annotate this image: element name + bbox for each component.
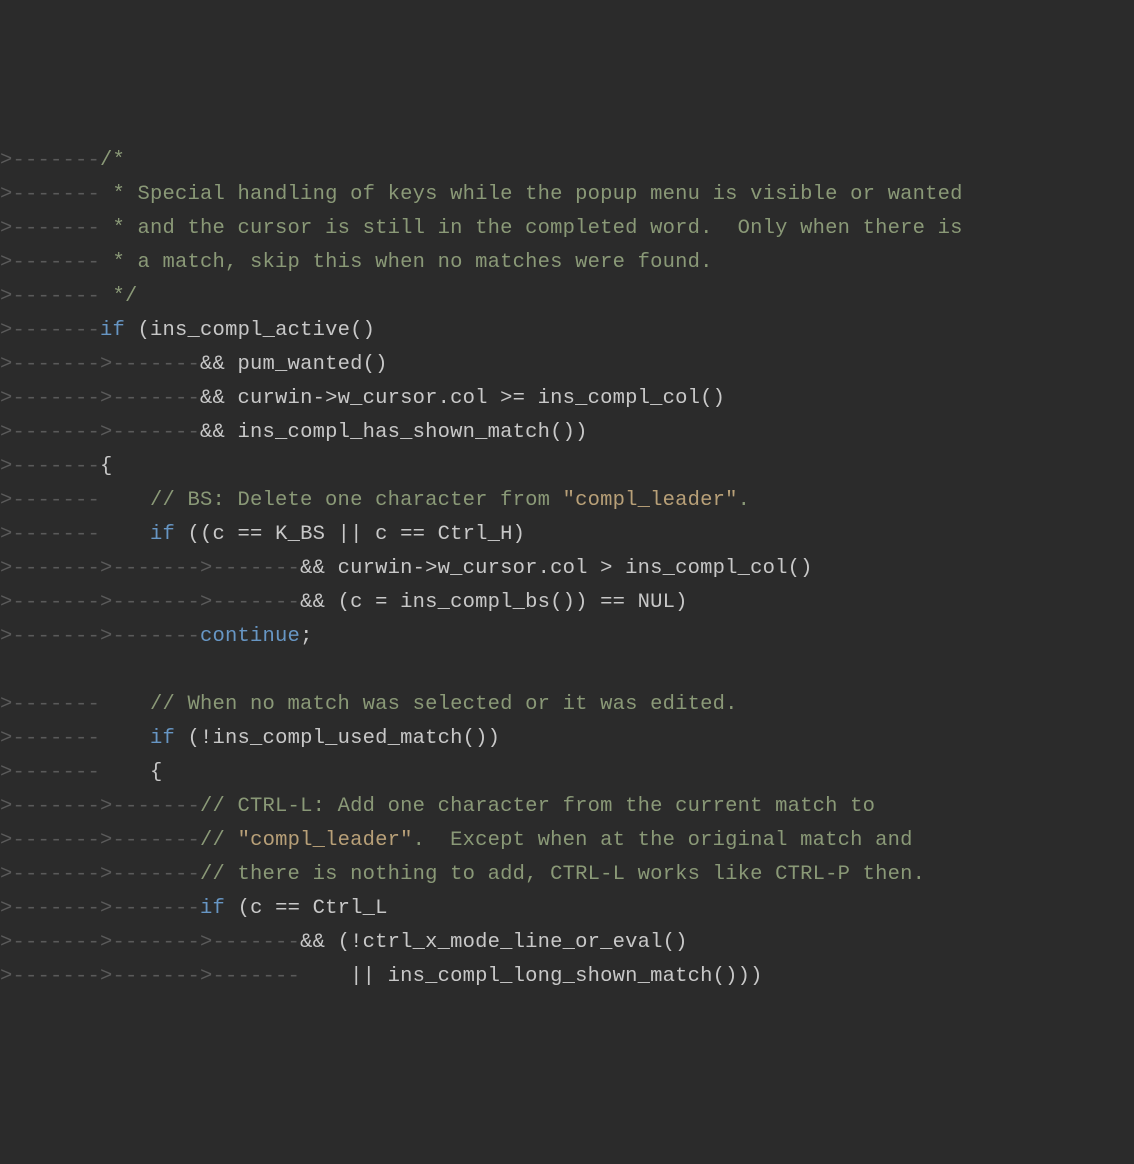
whitespace-indicator: >------->------- xyxy=(0,795,200,818)
code-token-comment: * a match, skip this when no matches wer… xyxy=(113,251,713,274)
code-line[interactable]: >------->-------// there is nothing to a… xyxy=(0,858,1134,892)
code-token-comment: * and the cursor is still in the complet… xyxy=(113,217,963,240)
whitespace-indicator: >------- xyxy=(0,693,150,716)
whitespace-indicator: >------- xyxy=(0,455,100,478)
code-token-comment: // xyxy=(200,829,238,852)
code-line[interactable]: >------- if ((c == K_BS || c == Ctrl_H) xyxy=(0,518,1134,552)
code-editor-viewport[interactable]: >-------/*>------- * Special handling of… xyxy=(0,144,1134,994)
whitespace-indicator: >------- xyxy=(0,727,150,750)
code-line[interactable]: >------- */ xyxy=(0,280,1134,314)
code-token-ident: && curwin->w_cursor.col >= ins_compl_col… xyxy=(200,387,725,410)
code-token-keyword: if xyxy=(150,523,175,546)
code-line[interactable]: >-------if (ins_compl_active() xyxy=(0,314,1134,348)
code-line[interactable]: >------->------->-------&& (!ctrl_x_mode… xyxy=(0,926,1134,960)
code-token-comment: // CTRL-L: Add one character from the cu… xyxy=(200,795,875,818)
code-line[interactable]: >------->-------&& curwin->w_cursor.col … xyxy=(0,382,1134,416)
code-token-comment: // there is nothing to add, CTRL-L works… xyxy=(200,863,925,886)
code-token-ident: ((c == K_BS || c == Ctrl_H) xyxy=(175,523,525,546)
code-token-comment: // When no match was selected or it was … xyxy=(150,693,738,716)
code-token-ident: && pum_wanted() xyxy=(200,353,388,376)
code-line[interactable] xyxy=(0,654,1134,688)
whitespace-indicator: >------- xyxy=(0,217,113,240)
whitespace-indicator: >------->------- xyxy=(0,387,200,410)
code-line[interactable]: >-------{ xyxy=(0,450,1134,484)
code-token-keyword: if xyxy=(200,897,225,920)
code-line[interactable]: >------- * and the cursor is still in th… xyxy=(0,212,1134,246)
code-token-string-lit: "compl_leader" xyxy=(238,829,413,852)
code-token-ident: && (!ctrl_x_mode_line_or_eval() xyxy=(300,931,688,954)
whitespace-indicator: >------->------->------- xyxy=(0,591,300,614)
code-token-ident: && ins_compl_has_shown_match()) xyxy=(200,421,588,444)
code-line[interactable]: >------- // When no match was selected o… xyxy=(0,688,1134,722)
code-token-comment: . Except when at the original match and xyxy=(413,829,913,852)
code-line[interactable]: >------- // BS: Delete one character fro… xyxy=(0,484,1134,518)
code-token-comment: . xyxy=(738,489,751,512)
whitespace-indicator: >------- xyxy=(0,523,150,546)
code-token-ident: && (c = ins_compl_bs()) == NUL) xyxy=(300,591,688,614)
whitespace-indicator: >------- xyxy=(0,285,113,308)
whitespace-indicator: >------->------- xyxy=(0,421,200,444)
whitespace-indicator: >------->------->------- xyxy=(0,557,300,580)
whitespace-indicator: >------- xyxy=(0,149,100,172)
code-token-keyword: if xyxy=(100,319,125,342)
code-token-comment: */ xyxy=(113,285,138,308)
code-token-ident: { xyxy=(100,455,113,478)
code-token-ident: (!ins_compl_used_match()) xyxy=(175,727,500,750)
code-token-comment: /* xyxy=(100,149,125,172)
code-token-ident: || ins_compl_long_shown_match())) xyxy=(350,965,763,988)
code-line[interactable]: >------->-------&& ins_compl_has_shown_m… xyxy=(0,416,1134,450)
whitespace-indicator: >------->------- xyxy=(0,353,200,376)
code-line[interactable]: >------->------->-------&& (c = ins_comp… xyxy=(0,586,1134,620)
whitespace-indicator: >------->------- xyxy=(0,829,200,852)
whitespace-indicator: >------->------- xyxy=(0,863,200,886)
code-line[interactable]: >------->------->------- || ins_compl_lo… xyxy=(0,960,1134,994)
code-token-comment: * Special handling of keys while the pop… xyxy=(113,183,963,206)
whitespace-indicator: >------->------->------- xyxy=(0,965,350,988)
whitespace-indicator: >------- xyxy=(0,489,150,512)
whitespace-indicator: >------- xyxy=(0,319,100,342)
whitespace-indicator: >------- xyxy=(0,183,113,206)
code-line[interactable]: >------- * Special handling of keys whil… xyxy=(0,178,1134,212)
whitespace-indicator: >------->------- xyxy=(0,625,200,648)
code-line[interactable]: >------->-------if (c == Ctrl_L xyxy=(0,892,1134,926)
whitespace-indicator: >------- xyxy=(0,761,150,784)
whitespace-indicator: >------->------- xyxy=(0,897,200,920)
code-line[interactable]: >------- * a match, skip this when no ma… xyxy=(0,246,1134,280)
code-token-ident: (ins_compl_active() xyxy=(125,319,375,342)
code-line[interactable]: >------->-------continue; xyxy=(0,620,1134,654)
code-line[interactable]: >------->-------// "compl_leader". Excep… xyxy=(0,824,1134,858)
code-line[interactable]: >------->-------// CTRL-L: Add one chara… xyxy=(0,790,1134,824)
code-token-ident: && curwin->w_cursor.col > ins_compl_col(… xyxy=(300,557,813,580)
code-token-keyword: if xyxy=(150,727,175,750)
code-line[interactable]: >------- if (!ins_compl_used_match()) xyxy=(0,722,1134,756)
whitespace-indicator: >------->------->------- xyxy=(0,931,300,954)
code-token-keyword: continue xyxy=(200,625,300,648)
code-token-semi: ; xyxy=(300,625,313,648)
code-line[interactable]: >------->------->-------&& curwin->w_cur… xyxy=(0,552,1134,586)
code-line[interactable]: >------->-------&& pum_wanted() xyxy=(0,348,1134,382)
code-line[interactable]: >-------/* xyxy=(0,144,1134,178)
code-token-comment: // BS: Delete one character from xyxy=(150,489,563,512)
code-line[interactable]: >------- { xyxy=(0,756,1134,790)
code-token-ident: { xyxy=(150,761,163,784)
code-token-string-lit: "compl_leader" xyxy=(563,489,738,512)
code-token-ident: (c == Ctrl_L xyxy=(225,897,388,920)
whitespace-indicator: >------- xyxy=(0,251,113,274)
